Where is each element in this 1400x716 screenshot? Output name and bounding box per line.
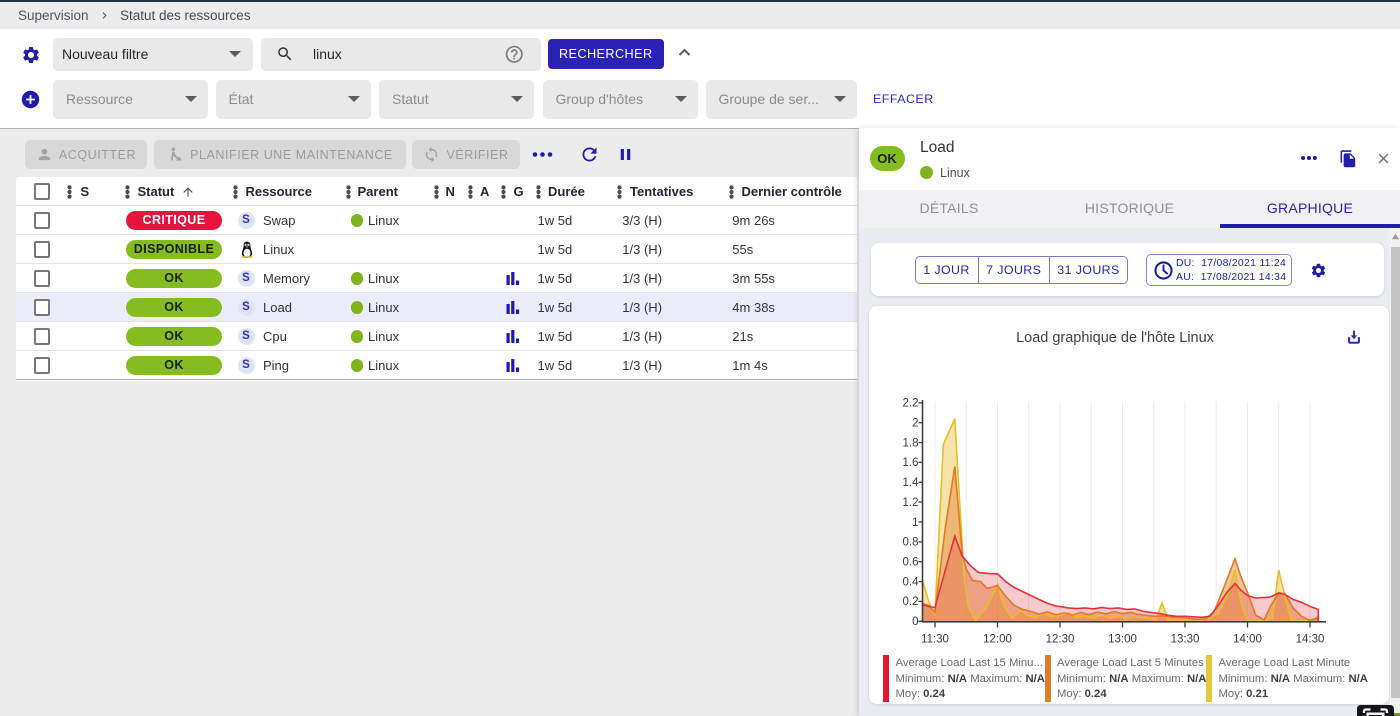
svg-text:0.6: 0.6 bbox=[903, 557, 919, 569]
svg-text:1.4: 1.4 bbox=[903, 477, 920, 489]
svg-text:11:30: 11:30 bbox=[921, 634, 949, 646]
svg-text:2: 2 bbox=[912, 418, 918, 430]
svg-text:12:00: 12:00 bbox=[983, 634, 1012, 646]
svg-text:0: 0 bbox=[912, 616, 918, 628]
svg-text:1.6: 1.6 bbox=[903, 457, 919, 469]
svg-text:0.4: 0.4 bbox=[903, 576, 920, 588]
svg-text:0.8: 0.8 bbox=[903, 537, 919, 549]
svg-text:13:00: 13:00 bbox=[1108, 634, 1137, 646]
svg-text:1: 1 bbox=[912, 517, 918, 529]
svg-text:1.8: 1.8 bbox=[903, 437, 919, 449]
svg-text:14:30: 14:30 bbox=[1296, 634, 1325, 646]
svg-text:12:30: 12:30 bbox=[1046, 634, 1075, 646]
svg-text:1.2: 1.2 bbox=[903, 497, 919, 509]
svg-text:0.2: 0.2 bbox=[903, 596, 919, 608]
svg-text:13:30: 13:30 bbox=[1171, 634, 1200, 646]
svg-text:2.2: 2.2 bbox=[903, 398, 919, 410]
svg-text:14:00: 14:00 bbox=[1233, 634, 1262, 646]
